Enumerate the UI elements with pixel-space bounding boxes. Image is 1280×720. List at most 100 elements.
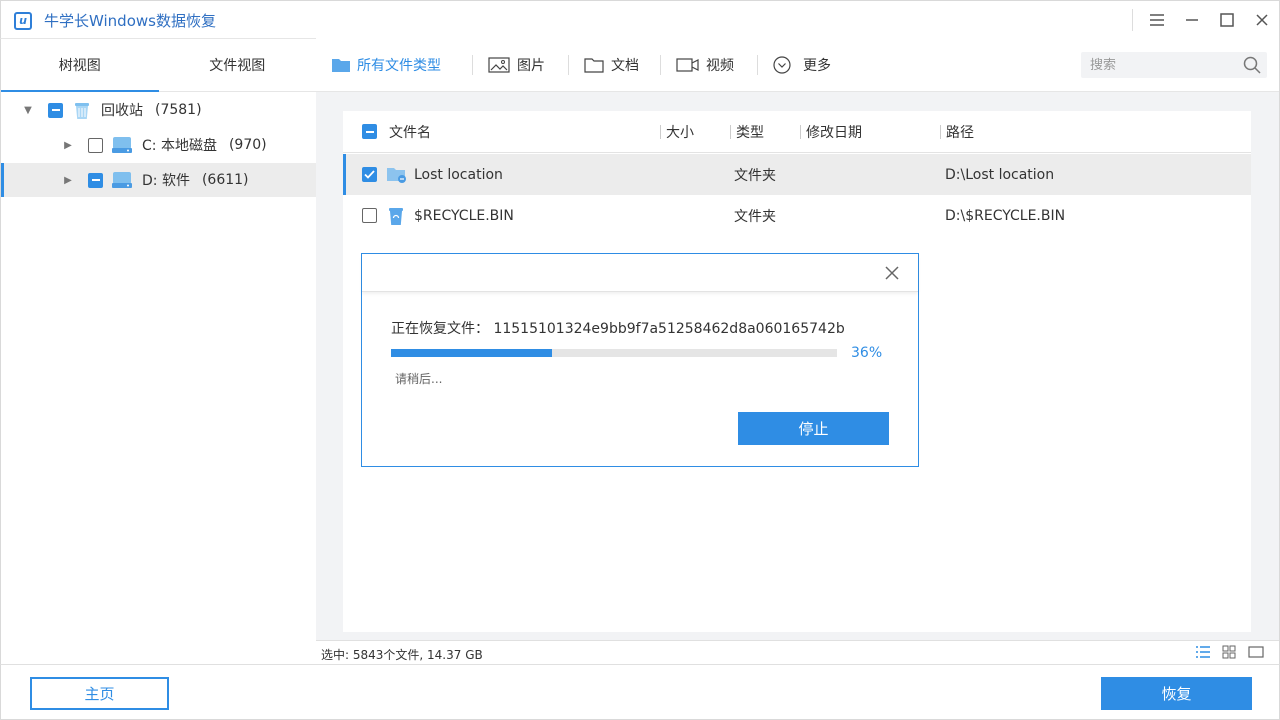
video-icon (676, 57, 700, 73)
column-header-modified[interactable]: 修改日期 (806, 111, 862, 153)
tree-item-count: (6611) (202, 172, 249, 188)
column-header-size[interactable]: 大小 (666, 111, 694, 153)
status-bar: 选中: 5843个文件, 14.37 GB (316, 640, 1279, 664)
row-type: 文件夹 (734, 154, 776, 195)
close-window-button[interactable] (1244, 1, 1279, 39)
select-all-checkbox[interactable] (362, 124, 377, 139)
table-row[interactable]: Lost location 文件夹 D:\Lost location (343, 154, 1251, 195)
tree-item-label: D: 软件 (142, 170, 190, 190)
search-box (1081, 52, 1267, 78)
tree-item-recycle-bin[interactable]: ▼ 回收站 (7581) (1, 93, 316, 127)
view-mode-switcher (1195, 645, 1265, 659)
row-type: 文件夹 (734, 195, 776, 236)
drive-d-checkbox[interactable] (88, 173, 103, 188)
filter-documents[interactable]: 文档 (584, 38, 639, 92)
minimize-icon (1184, 13, 1200, 27)
minimize-button[interactable] (1174, 1, 1209, 39)
filter-images[interactable]: 图片 (488, 38, 545, 92)
tree-item-count: (7581) (155, 102, 202, 118)
divider (472, 55, 473, 75)
left-panel: 树视图 文件视图 ▼ 回收站 (7581) ▶ C: 本地磁盘 (970) ▶ … (0, 38, 316, 664)
recovering-label: 正在恢复文件： (391, 321, 489, 337)
row-name: Lost location (414, 154, 503, 195)
expand-right-icon[interactable]: ▶ (62, 140, 74, 151)
column-resize-handle[interactable] (800, 125, 801, 139)
row-checkbox[interactable] (362, 167, 377, 182)
column-header-type-label: 类型 (736, 122, 764, 142)
app-logo-icon: u (14, 12, 32, 30)
tree-item-label: 回收站 (101, 100, 143, 120)
column-header-type[interactable]: 类型 (736, 111, 764, 153)
row-checkbox[interactable] (362, 208, 377, 223)
progress-percent: 36% (851, 345, 882, 361)
column-header-path[interactable]: 路径 (946, 111, 974, 153)
close-icon (1254, 12, 1270, 28)
column-resize-handle[interactable] (730, 125, 731, 139)
tree-item-drive-c[interactable]: ▶ C: 本地磁盘 (970) (1, 128, 316, 162)
recycle-bin-icon (386, 206, 406, 226)
row-name: $RECYCLE.BIN (414, 195, 514, 236)
recycle-bin-checkbox[interactable] (48, 103, 63, 118)
filter-label: 视频 (706, 55, 734, 75)
tab-file-view[interactable]: 文件视图 (159, 39, 317, 91)
folder-lost-icon (386, 166, 408, 184)
recovering-file-line: 正在恢复文件： 11515101324e9bb9f7a51258462d8a06… (391, 318, 845, 338)
window-controls-divider (1132, 9, 1133, 31)
checkmark-icon (364, 170, 375, 179)
maximize-icon (1219, 12, 1235, 28)
bottom-bar: 主页 恢复 (0, 664, 1280, 720)
column-resize-handle[interactable] (660, 125, 661, 139)
please-wait-text: 请稍后... (395, 370, 442, 387)
expand-down-icon[interactable]: ▼ (22, 105, 34, 116)
tree-item-label: C: 本地磁盘 (142, 135, 217, 155)
chevron-down-circle-icon (773, 56, 791, 74)
window-controls (1132, 1, 1279, 39)
progress-bar-fill (391, 349, 552, 357)
document-icon (584, 57, 604, 73)
home-button[interactable]: 主页 (30, 677, 169, 710)
column-header-size-label: 大小 (666, 122, 694, 142)
recovering-filename: 11515101324e9bb9f7a51258462d8a060165742b (493, 321, 844, 337)
search-icon[interactable] (1243, 56, 1261, 74)
filter-more[interactable]: 更多 (773, 38, 831, 92)
file-list-header: 文件名 大小 类型 修改日期 路径 (343, 111, 1251, 153)
menu-button[interactable] (1139, 1, 1174, 39)
hard-drive-icon (111, 135, 133, 155)
recovery-progress-dialog: 正在恢复文件： 11515101324e9bb9f7a51258462d8a06… (361, 253, 919, 467)
column-header-modified-label: 修改日期 (806, 122, 862, 142)
hard-drive-icon (111, 170, 133, 190)
filter-label: 更多 (803, 55, 831, 75)
close-icon (885, 266, 899, 280)
preview-view-icon[interactable] (1247, 645, 1265, 659)
table-row[interactable]: $RECYCLE.BIN 文件夹 D:\$RECYCLE.BIN (343, 195, 1251, 236)
title-bar: u 牛学长Windows数据恢复 (0, 0, 1280, 38)
file-type-filter-bar: 所有文件类型 图片 文档 视频 更多 (316, 38, 1279, 92)
list-view-icon[interactable] (1195, 645, 1211, 659)
filter-videos[interactable]: 视频 (676, 38, 734, 92)
dialog-close-button[interactable] (882, 263, 902, 283)
tab-file-view-label: 文件视图 (209, 55, 265, 75)
divider (757, 55, 758, 75)
hamburger-menu-icon (1149, 13, 1165, 27)
image-icon (488, 57, 510, 73)
app-title: 牛学长Windows数据恢复 (44, 10, 216, 31)
column-header-path-label: 路径 (946, 122, 974, 142)
tree-item-drive-d[interactable]: ▶ D: 软件 (6611) (1, 163, 316, 197)
expand-right-icon[interactable]: ▶ (62, 175, 74, 186)
stop-button[interactable]: 停止 (738, 412, 889, 445)
drive-c-checkbox[interactable] (88, 138, 103, 153)
search-input[interactable] (1081, 52, 1231, 78)
filter-all-types[interactable]: 所有文件类型 (331, 38, 441, 92)
view-tabs: 树视图 文件视图 (1, 39, 316, 92)
progress-bar (391, 349, 837, 357)
maximize-button[interactable] (1209, 1, 1244, 39)
grid-view-icon[interactable] (1221, 645, 1237, 659)
column-header-name[interactable]: 文件名 (389, 111, 431, 153)
recycle-bin-icon (73, 100, 91, 120)
tab-tree-view-label: 树视图 (59, 55, 101, 75)
divider (568, 55, 569, 75)
column-resize-handle[interactable] (940, 125, 941, 139)
recover-button[interactable]: 恢复 (1101, 677, 1252, 710)
tab-tree-view[interactable]: 树视图 (1, 39, 159, 91)
dialog-header (362, 254, 918, 292)
